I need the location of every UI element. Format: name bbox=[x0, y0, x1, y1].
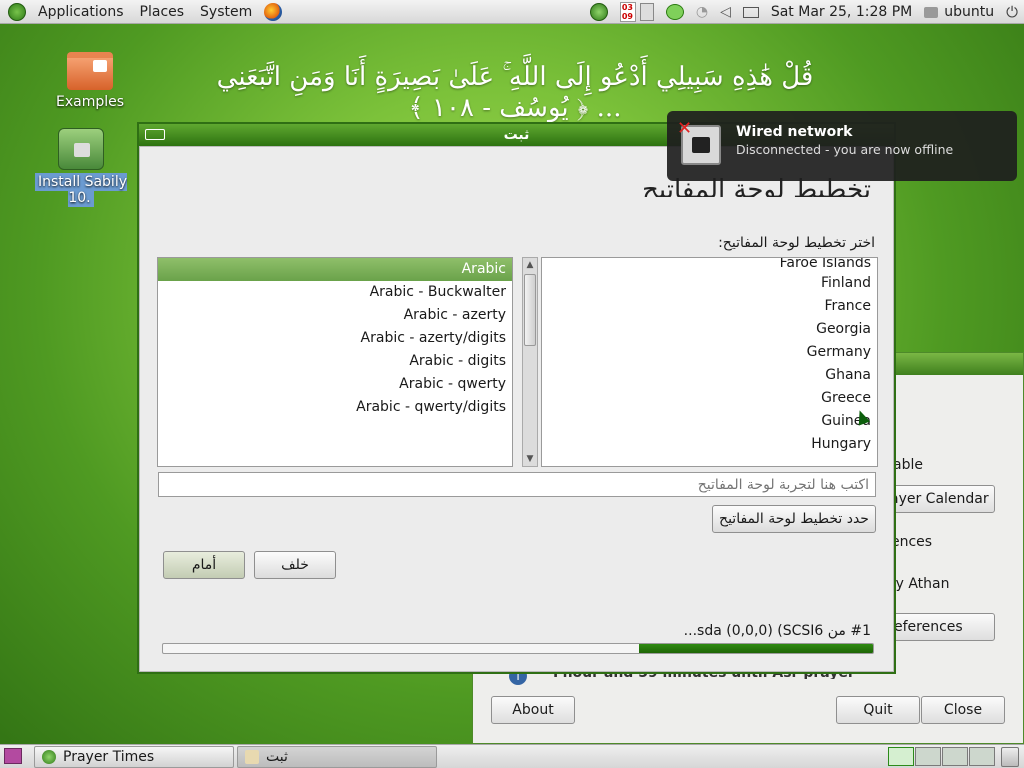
scroll-thumb[interactable] bbox=[524, 274, 536, 346]
desktop-icon-label: Examples bbox=[55, 94, 125, 110]
system-tray: 03 09 ◔ ◁ Sat Mar 25, 1:28 PM ubuntu ⏻ bbox=[584, 0, 1024, 24]
folder-icon bbox=[67, 52, 113, 90]
list-item[interactable]: Hungary bbox=[542, 433, 877, 456]
prayer-calendar-button[interactable]: ayer Calendar bbox=[883, 485, 995, 513]
installer-content: تخطيط لوحة المفاتيح اختر تخطيط لوحة المف… bbox=[139, 146, 894, 672]
notification-title: Wired network bbox=[736, 124, 853, 140]
enable-group-label: able bbox=[893, 457, 923, 473]
list-item[interactable]: Faroe Islands bbox=[542, 258, 877, 272]
workspace-4[interactable] bbox=[969, 747, 995, 766]
mail-tray-item[interactable] bbox=[737, 0, 765, 24]
list-item[interactable]: France bbox=[542, 295, 877, 318]
layout-test-input[interactable] bbox=[158, 472, 876, 497]
window-menu-icon[interactable] bbox=[145, 129, 165, 140]
prayer-times-icon bbox=[589, 3, 608, 21]
scroll-up-icon[interactable]: ▲ bbox=[524, 258, 536, 272]
wifi-icon: ◔ bbox=[695, 4, 709, 20]
network-notification[interactable]: ✕ Wired network Disconnected - you are n… bbox=[667, 111, 1017, 181]
desktop-icon-label: Install Sabily 10. bbox=[34, 173, 127, 207]
user-menu[interactable]: ubuntu bbox=[918, 0, 1000, 24]
progress-bar-fill bbox=[638, 644, 873, 653]
mail-icon bbox=[742, 6, 759, 18]
calendar-tray-item[interactable]: 03 09 bbox=[614, 0, 660, 24]
list-item[interactable]: Georgia bbox=[542, 318, 877, 341]
country-list[interactable]: Faroe Islands Finland France Georgia Ger… bbox=[541, 257, 878, 467]
volume-tray-item[interactable]: ◁ bbox=[714, 0, 737, 24]
chat-bubble-icon bbox=[665, 4, 684, 20]
top-panel: Applications Places System 03 09 ◔ ◁ Sat… bbox=[0, 0, 1024, 24]
scroll-down-icon[interactable]: ▼ bbox=[524, 452, 536, 466]
taskbar-item-prayer-times[interactable]: Prayer Times bbox=[34, 746, 234, 768]
list-item[interactable]: Ghana bbox=[542, 364, 877, 387]
clock[interactable]: Sat Mar 25, 1:28 PM bbox=[765, 0, 918, 24]
prayer-times-icon bbox=[42, 750, 56, 764]
workspace-1[interactable] bbox=[888, 747, 914, 766]
list-item[interactable]: Arabic - azerty bbox=[158, 304, 512, 327]
taskbar-item-label: ثبت bbox=[266, 749, 288, 765]
list-item[interactable]: Arabic bbox=[158, 258, 512, 281]
clock-text: Sat Mar 25, 1:28 PM bbox=[770, 4, 913, 20]
show-desktop-icon[interactable] bbox=[4, 748, 22, 764]
list-item[interactable]: Finland bbox=[542, 272, 877, 295]
list-item[interactable]: Arabic - qwerty bbox=[158, 373, 512, 396]
list-item[interactable]: Arabic - Buckwalter bbox=[158, 281, 512, 304]
disconnected-icon: ✕ bbox=[677, 118, 693, 139]
detect-layout-button[interactable]: حدد تخطيط لوحة المفاتيح bbox=[712, 505, 876, 533]
user-name: ubuntu bbox=[944, 4, 995, 20]
installer-title: ثبت bbox=[503, 127, 530, 143]
places-menu[interactable]: Places bbox=[132, 0, 193, 24]
layout-variant-list[interactable]: Arabic Arabic - Buckwalter Arabic - azer… bbox=[157, 257, 513, 467]
back-button-label[interactable]: خلف bbox=[254, 551, 336, 579]
desktop-icon-installer[interactable]: Install Sabily 10. bbox=[22, 128, 140, 207]
about-button[interactable]: About bbox=[491, 696, 575, 724]
list-item[interactable]: Arabic - azerty/digits bbox=[158, 327, 512, 350]
workspace-2[interactable] bbox=[915, 747, 941, 766]
workspace-3[interactable] bbox=[942, 747, 968, 766]
chat-tray-item[interactable] bbox=[660, 0, 690, 24]
desktop-icon-examples[interactable]: Examples bbox=[50, 52, 130, 110]
preferences-group-label: ences bbox=[891, 534, 933, 550]
progress-bar bbox=[162, 643, 874, 654]
applications-menu[interactable]: Applications bbox=[30, 0, 132, 24]
prayer-tray-item[interactable] bbox=[584, 0, 614, 24]
list-item[interactable]: Guinea bbox=[542, 410, 877, 433]
network-tray-item[interactable]: ◔ bbox=[690, 0, 714, 24]
calendar-icon: 03 09 bbox=[619, 2, 636, 22]
choose-layout-label: اختر تخطيط لوحة المفاتيح: bbox=[718, 235, 875, 251]
quit-button[interactable]: Quit bbox=[836, 696, 920, 724]
system-menu[interactable]: System bbox=[192, 0, 260, 24]
preferences-button[interactable]: eferences bbox=[883, 613, 995, 641]
clipboard-icon bbox=[639, 3, 654, 21]
progress-status-text: #1 من sda (0,0,0) (SCSI6... bbox=[683, 623, 871, 639]
power-menu[interactable]: ⏻ bbox=[1000, 0, 1024, 24]
list-item[interactable]: Germany bbox=[542, 341, 877, 364]
power-icon: ⏻ bbox=[1006, 3, 1018, 21]
country-list-scrollbar[interactable]: ▲ ▼ bbox=[522, 257, 538, 467]
close-button[interactable]: Close bbox=[921, 696, 1005, 724]
list-item[interactable]: Arabic - qwerty/digits bbox=[158, 396, 512, 419]
firefox-launcher-icon[interactable] bbox=[264, 2, 283, 21]
forward-button[interactable]: أمام bbox=[163, 551, 245, 579]
list-item[interactable]: Arabic - digits bbox=[158, 350, 512, 373]
user-status-icon bbox=[924, 6, 939, 18]
installer-icon bbox=[245, 750, 259, 764]
installer-icon bbox=[58, 128, 104, 170]
bottom-panel: Prayer Times ثبت bbox=[0, 744, 1024, 768]
installer-window: ثبت تخطيط لوحة المفاتيح اختر تخطيط لوحة … bbox=[137, 122, 896, 674]
volume-icon: ◁ bbox=[720, 4, 731, 20]
trash-icon[interactable] bbox=[1001, 747, 1019, 767]
distro-logo-icon[interactable] bbox=[8, 2, 26, 21]
notification-body: Disconnected - you are now offline bbox=[736, 142, 954, 157]
calendar-day-bottom: 09 bbox=[621, 12, 633, 21]
list-item[interactable]: Greece bbox=[542, 387, 877, 410]
calendar-day-top: 03 bbox=[621, 3, 633, 12]
taskbar-item-label: Prayer Times bbox=[63, 749, 155, 765]
play-athan-label: ay Athan bbox=[887, 576, 950, 592]
taskbar-item-installer[interactable]: ثبت bbox=[237, 746, 437, 768]
